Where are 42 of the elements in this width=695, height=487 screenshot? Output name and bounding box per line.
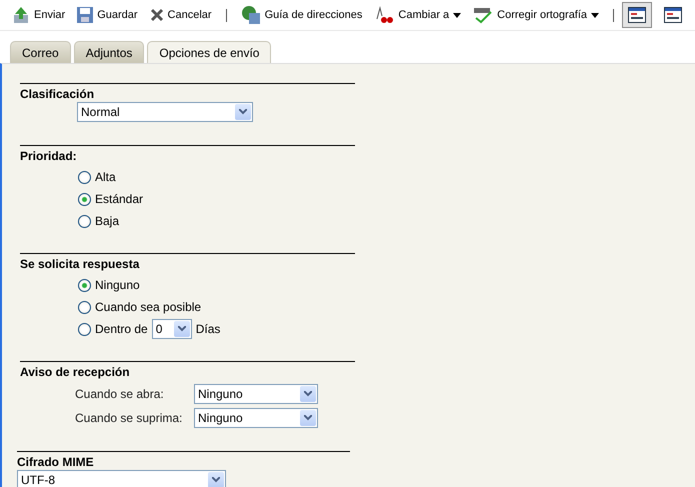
option-label: Ninguno <box>95 278 140 292</box>
option-label: Alta <box>95 170 116 184</box>
caret-icon <box>591 12 600 18</box>
toolbar-button[interactable]: Corregir ortografía <box>467 3 606 27</box>
dropdown-field[interactable]: 0 <box>152 319 192 339</box>
radio-button[interactable] <box>78 170 91 184</box>
toolbar-button[interactable]: Guía de direcciones <box>234 3 368 27</box>
unit-label: Días <box>196 322 220 336</box>
upload-icon <box>12 6 30 24</box>
tab[interactable]: Adjuntos <box>74 41 144 63</box>
radio-button[interactable] <box>78 322 91 336</box>
option-label: Cuando sea posible <box>95 300 202 314</box>
section-heading: Prioridad: <box>20 149 78 164</box>
section-heading: Aviso de recepción <box>20 365 131 380</box>
dropdown-field[interactable]: Ninguno <box>194 384 318 404</box>
dropdown-field[interactable]: Normal <box>77 102 253 122</box>
caret-icon <box>453 12 462 18</box>
radio-button[interactable] <box>78 278 91 292</box>
close-icon <box>150 8 164 22</box>
dropdown-field[interactable]: Ninguno <box>194 408 318 428</box>
option-label: Dentro de <box>95 322 148 336</box>
layout-icon <box>628 7 646 23</box>
field-label: Cuando se suprima: <box>75 411 184 425</box>
field-label: Cuando se abra: <box>75 387 165 401</box>
section-heading: Se solicita respuesta <box>20 257 140 272</box>
dots-icon <box>374 6 394 24</box>
toolbar-button[interactable]: Enviar <box>6 3 72 27</box>
radio-button[interactable] <box>78 192 91 206</box>
tab[interactable]: Opciones de envío <box>147 41 272 63</box>
toolbar-button[interactable]: Cancelar <box>144 3 218 27</box>
document-icon <box>664 7 682 23</box>
toolbar-button[interactable]: Cambiar a <box>368 3 468 27</box>
dropdown-field[interactable]: UTF-8 <box>17 470 226 487</box>
radio-button[interactable] <box>78 300 91 314</box>
option-label: Estándar <box>95 192 144 206</box>
tab[interactable]: Correo <box>10 41 71 63</box>
toolbar-button[interactable]: Guardar <box>71 3 144 27</box>
radio-button[interactable] <box>78 214 91 228</box>
view-toggle-button[interactable] <box>622 2 652 28</box>
section-heading: Clasificación <box>20 87 96 102</box>
option-label: Baja <box>95 214 120 228</box>
section-heading: Cifrado MIME <box>17 455 95 470</box>
